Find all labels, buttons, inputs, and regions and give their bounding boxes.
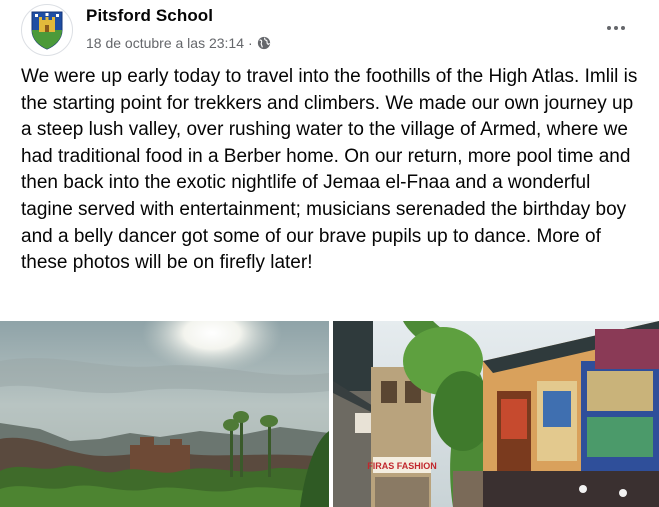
photo-medina-street[interactable]: FIRAS FASHION — [333, 321, 659, 507]
school-crest-icon — [31, 11, 63, 50]
post-timestamp-link[interactable]: 18 de octubre a las 23:14 — [86, 35, 244, 51]
post-meta: 18 de octubre a las 23:14 · — [86, 35, 271, 51]
page-name-link[interactable]: Pitsford School — [86, 6, 213, 26]
more-options-icon — [607, 26, 611, 30]
more-options-button[interactable] — [598, 14, 634, 42]
page-avatar[interactable] — [21, 4, 73, 56]
post-body-text: We were up early today to travel into th… — [21, 66, 638, 274]
meta-separator: · — [248, 35, 253, 51]
post-photo-grid: FIRAS FASHION — [0, 321, 659, 507]
shop-sign-text: FIRAS FASHION — [367, 461, 437, 471]
photo-atlas-valley[interactable] — [0, 321, 329, 507]
globe-icon[interactable] — [257, 36, 271, 50]
post-header: Pitsford School 18 de octubre a las 23:1… — [0, 0, 659, 62]
